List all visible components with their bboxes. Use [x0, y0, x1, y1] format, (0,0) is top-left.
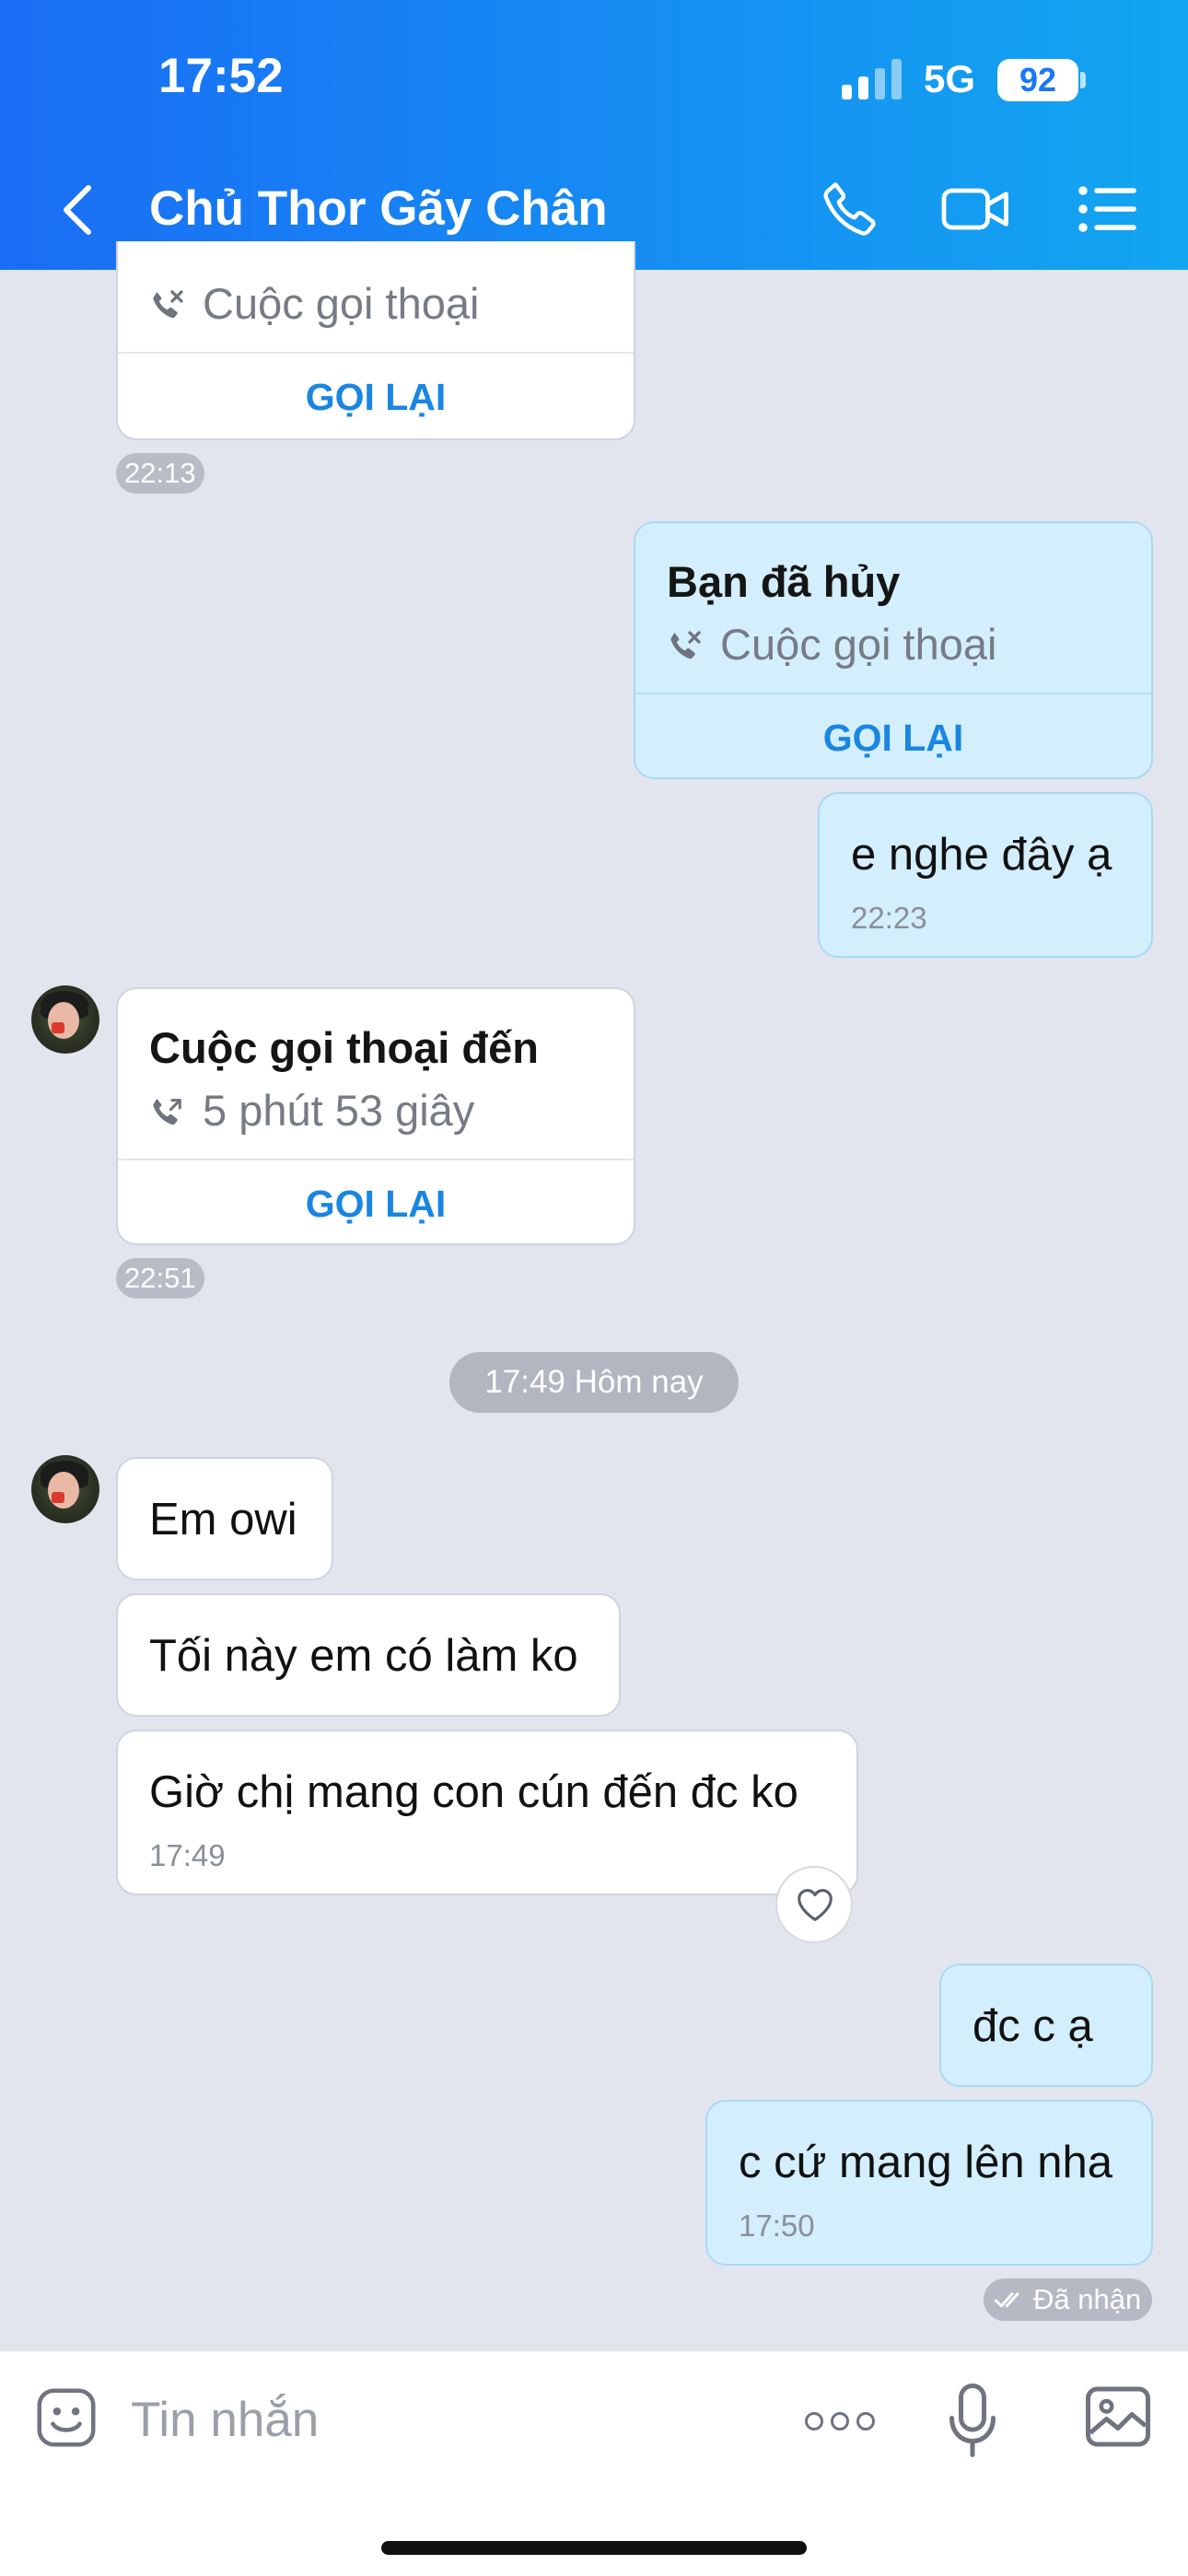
message-bubble-sent[interactable]: đc c ạ	[939, 1964, 1153, 2087]
double-check-icon	[995, 2292, 1019, 2308]
phone-icon[interactable]	[818, 177, 882, 241]
battery-indicator: 92	[997, 59, 1078, 101]
delivery-status-badge: Đã nhận	[984, 2279, 1153, 2321]
call-card-received[interactable]: Cuộc gọi thoại đến 5 phút 53 giây GỌI LẠ…	[116, 987, 635, 1245]
call-back-button[interactable]: GỌI LẠI	[118, 376, 634, 419]
message-bubble-sent[interactable]: e nghe đây ạ 22:23	[818, 792, 1153, 958]
message-bubble-sent[interactable]: c cứ mang lên nha 17:50	[705, 2100, 1153, 2266]
message-text: Giờ chị mang con cún đến đc ko	[149, 1767, 798, 1817]
message-composer: Tin nhắn	[0, 2350, 1188, 2576]
message-time: 17:49	[149, 1838, 226, 1872]
avatar[interactable]	[31, 1455, 99, 1523]
more-icon[interactable]	[803, 2410, 877, 2432]
message-time: 22:23	[851, 901, 927, 935]
call-back-button[interactable]: GỌI LẠI	[118, 1183, 634, 1226]
microphone-icon[interactable]	[945, 2381, 1000, 2460]
message-bubble-received[interactable]: Em owi	[116, 1457, 333, 1580]
video-call-icon[interactable]	[939, 177, 1013, 241]
home-indicator	[381, 2541, 807, 2555]
message-text: đc c ạ	[973, 2001, 1093, 2051]
message-text: Em owi	[149, 1495, 297, 1544]
call-subtitle-text: Cuộc gọi thoại	[720, 620, 997, 669]
back-icon[interactable]	[57, 182, 99, 238]
avatar[interactable]	[31, 985, 99, 1054]
call-subtitle-text: 5 phút 53 giây	[203, 1086, 475, 1135]
message-time: 17:50	[739, 2209, 815, 2243]
battery-cap	[1080, 72, 1086, 88]
missed-call-icon	[153, 290, 183, 319]
react-heart-button[interactable]	[775, 1866, 853, 1943]
divider	[118, 352, 634, 354]
heart-icon	[798, 1889, 833, 1921]
call-icon	[153, 1099, 181, 1125]
divider	[635, 693, 1151, 694]
image-icon[interactable]	[1083, 2384, 1153, 2449]
missed-call-icon	[670, 631, 701, 659]
conversation-title[interactable]: Chủ Thor Gãy Chân	[149, 181, 608, 237]
sticker-icon[interactable]	[33, 2384, 99, 2451]
signal-icon	[842, 59, 902, 99]
message-bubble-received[interactable]: Giờ chị mang con cún đến đc ko 17:49	[116, 1730, 858, 1895]
call-back-button[interactable]: GỌI LẠI	[635, 717, 1151, 760]
divider	[118, 1159, 634, 1160]
call-title: Bạn đã hủy	[667, 557, 901, 606]
chat-header: 17:52 5G 92 Chủ Thor Gãy Chân	[0, 0, 1188, 270]
call-card-sent[interactable]: Bạn đã hủy Cuộc gọi thoại GỌI LẠI	[634, 521, 1153, 779]
message-text: Tối này em có làm ko	[149, 1631, 578, 1681]
status-time: 17:52	[158, 49, 284, 103]
message-input[interactable]: Tin nhắn	[131, 2392, 319, 2448]
delivery-status-text: Đã nhận	[1033, 2283, 1142, 2315]
call-subtitle: 5 phút 53 giây	[149, 1085, 474, 1136]
call-card-received[interactable]: Cuộc gọi thoại GỌI LẠI	[116, 241, 635, 440]
date-divider: 17:49 Hôm nay	[449, 1352, 739, 1413]
call-subtitle: Cuộc gọi thoại	[667, 619, 996, 670]
call-subtitle: Cuộc gọi thoại	[149, 278, 479, 329]
call-title: Cuộc gọi thoại đến	[149, 1023, 539, 1072]
message-text: c cứ mang lên nha	[739, 2138, 1112, 2187]
message-bubble-received[interactable]: Tối này em có làm ko	[116, 1593, 621, 1717]
call-subtitle-text: Cuộc gọi thoại	[203, 279, 480, 328]
menu-list-icon[interactable]	[1074, 177, 1138, 241]
network-type: 5G	[924, 57, 976, 100]
message-time: 22:13	[116, 453, 204, 494]
message-time: 22:51	[116, 1258, 204, 1299]
message-text: e nghe đây ạ	[851, 830, 1112, 880]
